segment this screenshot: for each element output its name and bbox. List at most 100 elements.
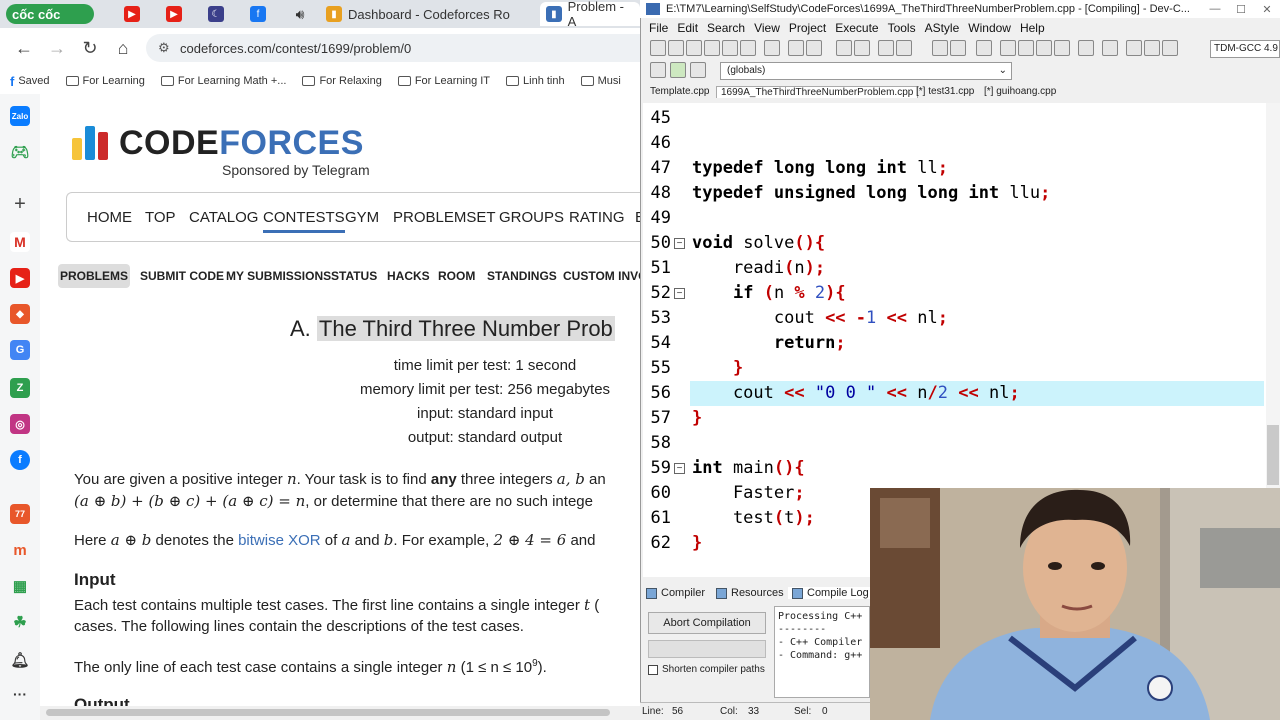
tab-youtube-1[interactable]: ▶ (118, 2, 146, 26)
submenu-hacks[interactable]: HACKS (387, 264, 430, 288)
submenu-submit[interactable]: SUBMIT CODE (140, 264, 224, 288)
profile-icon[interactable] (1144, 40, 1160, 56)
save-icon[interactable] (686, 40, 702, 56)
replace-icon[interactable] (854, 40, 870, 56)
shorten-paths-option[interactable]: Shorten compiler paths (648, 664, 765, 675)
bookmark-folder[interactable]: For Relaxing (302, 75, 382, 87)
menu-contests[interactable]: CONTESTS (263, 209, 345, 233)
globals-dropdown[interactable]: (globals) ⌄ (720, 62, 1012, 80)
redo-icon[interactable] (806, 40, 822, 56)
zing-icon[interactable]: Z (10, 378, 30, 398)
bell-icon[interactable]: 🔔︎ (10, 650, 30, 670)
submenu-status[interactable]: STATUS (331, 264, 377, 288)
open-icon[interactable] (668, 40, 684, 56)
menu-window[interactable]: Window (968, 21, 1011, 35)
menu-groups[interactable]: GROUPS (499, 209, 564, 226)
unindent-icon[interactable] (950, 40, 966, 56)
tab-youtube-2[interactable]: ▶ (160, 2, 188, 26)
bookmark-saved[interactable]: f Saved (10, 74, 50, 89)
submenu-my-submissions[interactable]: MY SUBMISSIONS (226, 264, 331, 288)
submenu-problems[interactable]: PROBLEMS (58, 264, 130, 288)
new-file-icon[interactable] (650, 40, 666, 56)
menu-problemset[interactable]: PROBLEMSET (393, 209, 496, 226)
more-icon[interactable]: ··· (10, 684, 30, 704)
tab-speaker[interactable]: 🔊︎ (286, 2, 314, 26)
menu-edit[interactable]: Edit (677, 21, 698, 35)
gmail-icon[interactable]: M (10, 232, 30, 252)
class-browser-icon[interactable] (650, 62, 666, 78)
checkbox[interactable] (648, 664, 658, 675)
tab-dashboard[interactable]: ▮ Dashboard - Codeforces Ro (320, 2, 540, 26)
menu-tools[interactable]: Tools (888, 21, 916, 35)
shopping-icon[interactable]: 77 (10, 504, 30, 524)
coccoc-logo[interactable]: cốc cốc (6, 4, 94, 24)
print-icon[interactable] (764, 40, 780, 56)
site-settings-icon[interactable]: ⚙ (158, 40, 170, 56)
tab-problem[interactable]: ▮ Problem - A (540, 0, 640, 29)
toggle-icon[interactable] (690, 62, 706, 78)
indent-icon[interactable] (932, 40, 948, 56)
shield-icon[interactable]: ◆ (10, 304, 30, 324)
instagram-icon[interactable]: ◎ (10, 414, 30, 434)
tab-resources[interactable]: Resources (716, 587, 784, 599)
goto-icon[interactable] (878, 40, 894, 56)
back-icon[interactable]: ← (13, 38, 35, 58)
menu-rating[interactable]: RATING (569, 209, 625, 226)
fold-toggle-icon[interactable]: − (674, 463, 685, 474)
forward-icon[interactable]: → (46, 38, 68, 58)
bitwise-xor-link[interactable]: bitwise XOR (238, 532, 321, 549)
scrollbar-thumb[interactable] (1267, 425, 1279, 485)
chart-icon[interactable] (1162, 40, 1178, 56)
messenger-icon[interactable]: f (10, 450, 30, 470)
menu-gym[interactable]: GYM (345, 209, 379, 226)
compiler-select[interactable]: TDM-GCC 4.9 (1210, 40, 1280, 58)
bookmark-folder[interactable]: For Learning (65, 75, 145, 87)
reload-icon[interactable]: ↻ (79, 38, 101, 58)
rebuild-icon[interactable] (1054, 40, 1070, 56)
tab-compile-log[interactable]: Compile Log (788, 587, 873, 599)
menu-catalog[interactable]: CATALOG (189, 209, 258, 226)
file-tab-template[interactable]: Template.cpp (646, 86, 713, 97)
compile-icon[interactable] (1000, 40, 1016, 56)
menu-execute[interactable]: Execute (835, 21, 878, 35)
tab-facebook[interactable]: f (244, 2, 272, 26)
menu-top[interactable]: TOP (145, 209, 176, 226)
address-bar[interactable]: ⚙ codeforces.com/contest/1699/problem/0 (146, 34, 640, 62)
tab-moon[interactable]: ☾ (202, 2, 230, 26)
gamepad-icon[interactable]: 🎮︎ (10, 142, 30, 162)
bookmark-folder[interactable]: For Learning IT (397, 75, 490, 87)
check-icon[interactable] (1078, 40, 1094, 56)
file-tab-1699a[interactable]: 1699A_TheThirdThreeNumberProblem.cpp (716, 86, 919, 98)
minimize-icon[interactable]: — (1202, 3, 1228, 15)
compile-run-icon[interactable] (1036, 40, 1052, 56)
app-icon[interactable]: m (10, 540, 30, 560)
close-all-icon[interactable] (740, 40, 756, 56)
fold-toggle-icon[interactable]: − (674, 288, 685, 299)
menu-home[interactable]: HOME (87, 209, 132, 226)
menu-astyle[interactable]: AStyle (925, 21, 960, 35)
save-all-icon[interactable] (704, 40, 720, 56)
find-icon[interactable] (836, 40, 852, 56)
menu-help[interactable]: Help (1020, 21, 1045, 35)
menu-project[interactable]: Project (789, 21, 826, 35)
bookmark-folder[interactable]: Musi (580, 75, 621, 87)
home-icon[interactable]: ⌂ (112, 38, 134, 58)
submenu-room[interactable]: ROOM (438, 264, 475, 288)
add-icon[interactable]: + (10, 193, 30, 215)
bookmark-folder[interactable]: Linh tinh (506, 75, 565, 87)
youtube-icon[interactable]: ▶ (10, 268, 30, 288)
close-icon[interactable]: ✕ (1254, 3, 1280, 16)
maximize-icon[interactable]: ☐ (1228, 3, 1254, 16)
leaf-icon[interactable]: ☘ (10, 612, 30, 632)
insert-icon[interactable] (670, 62, 686, 78)
menu-file[interactable]: File (649, 21, 668, 35)
submenu-standings[interactable]: STANDINGS (487, 264, 557, 288)
scrollbar-thumb[interactable] (46, 709, 610, 716)
menu-view[interactable]: View (754, 21, 780, 35)
menu-search[interactable]: Search (707, 21, 745, 35)
tab-compiler[interactable]: Compiler (646, 587, 705, 599)
undo-icon[interactable] (788, 40, 804, 56)
grid-icon[interactable]: ▦ (10, 576, 30, 596)
debug-icon[interactable] (1126, 40, 1142, 56)
translate-icon[interactable]: G (10, 340, 30, 360)
